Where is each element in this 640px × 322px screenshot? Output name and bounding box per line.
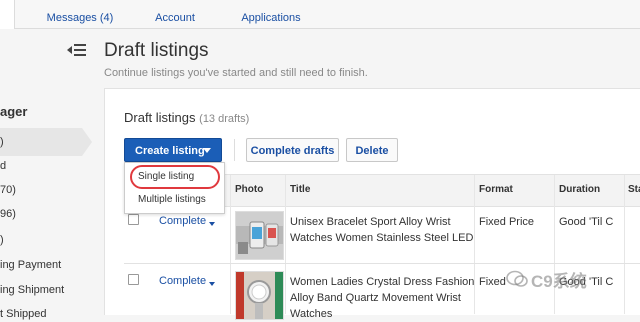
column-divider bbox=[554, 175, 555, 314]
column-divider bbox=[624, 175, 625, 314]
row-format: Fixed bbox=[479, 276, 506, 288]
collapse-menu-icon[interactable] bbox=[67, 42, 87, 62]
watermark-text: C9系统 bbox=[531, 272, 587, 291]
row-checkbox[interactable] bbox=[128, 214, 139, 225]
sidebar-item-active[interactable]: 70) bbox=[0, 184, 16, 196]
delete-button[interactable]: Delete bbox=[346, 138, 398, 162]
column-divider bbox=[230, 175, 231, 314]
column-divider bbox=[285, 175, 286, 314]
sidebar bbox=[0, 29, 92, 314]
drafts-count: (13 drafts) bbox=[199, 113, 250, 125]
chevron-down-icon[interactable] bbox=[209, 282, 215, 286]
menu-item-multiple-listings[interactable]: Multiple listings bbox=[138, 194, 206, 205]
sidebar-item-unsold[interactable]: ) bbox=[0, 234, 4, 246]
tab-active[interactable] bbox=[0, 0, 15, 29]
row-divider bbox=[124, 263, 640, 264]
row-complete-link[interactable]: Complete bbox=[159, 275, 206, 287]
panel-title-text: Draft listings bbox=[124, 110, 196, 125]
panel-title: Draft listings (13 drafts) bbox=[124, 110, 249, 125]
title-line: Alloy Band Quartz Movement Wrist bbox=[290, 292, 461, 304]
row-title[interactable]: Women Ladies Crystal Dress Fashion Alloy… bbox=[290, 274, 474, 322]
sidebar-item-drafts[interactable]: ) bbox=[0, 136, 4, 148]
page-title: Draft listings bbox=[104, 40, 209, 61]
sidebar-item-awaiting-shipment[interactable]: ing Shipment bbox=[0, 284, 64, 296]
chevron-down-icon[interactable] bbox=[209, 222, 215, 226]
sidebar-item-awaiting-payment[interactable]: ing Payment bbox=[0, 259, 61, 271]
tab-messages[interactable]: Messages (4) bbox=[34, 0, 126, 28]
sidebar-active-arrow bbox=[82, 128, 92, 156]
row-format: Fixed Price bbox=[479, 216, 535, 228]
column-format: Format bbox=[479, 184, 513, 195]
top-nav: Messages (4) Account Applications bbox=[0, 0, 640, 29]
row-complete-link[interactable]: Complete bbox=[159, 215, 206, 227]
column-duration: Duration bbox=[559, 184, 601, 195]
title-line: Watches bbox=[290, 308, 333, 320]
column-title: Title bbox=[290, 184, 311, 195]
title-line: Unisex Bracelet Sport Alloy Wrist bbox=[290, 216, 451, 228]
row-title[interactable]: Unisex Bracelet Sport Alloy Wrist Watche… bbox=[290, 214, 473, 246]
complete-drafts-button[interactable]: Complete drafts bbox=[246, 138, 339, 162]
title-line: Women Ladies Crystal Dress Fashion bbox=[290, 276, 475, 288]
tab-account[interactable]: Account bbox=[140, 0, 210, 28]
product-photo[interactable] bbox=[235, 271, 284, 320]
column-status: Sta bbox=[628, 184, 640, 195]
page-subtitle: Continue listings you've started and sti… bbox=[104, 67, 368, 79]
row-duration: Good 'Til C bbox=[559, 216, 614, 228]
sidebar-item-sold[interactable]: 96) bbox=[0, 208, 16, 220]
sidebar-item-shipped[interactable]: t Shipped bbox=[0, 308, 46, 320]
wechat-icon bbox=[506, 270, 528, 288]
tab-applications[interactable]: Applications bbox=[226, 0, 316, 28]
product-photo[interactable] bbox=[235, 211, 284, 260]
sidebar-item-scheduled[interactable]: d bbox=[0, 160, 6, 172]
column-photo: Photo bbox=[235, 184, 264, 195]
title-line: Watches Women Stainless Steel LED bbox=[290, 232, 474, 244]
sidebar-heading: ager bbox=[0, 104, 28, 119]
create-listing-label: Create listing bbox=[135, 145, 205, 157]
toolbar-divider bbox=[234, 139, 235, 161]
highlight-circle bbox=[130, 165, 220, 189]
create-listing-button[interactable]: Create listing bbox=[124, 138, 222, 162]
chevron-down-icon bbox=[203, 148, 211, 153]
row-checkbox[interactable] bbox=[128, 274, 139, 285]
sidebar-active-bg bbox=[0, 128, 82, 156]
